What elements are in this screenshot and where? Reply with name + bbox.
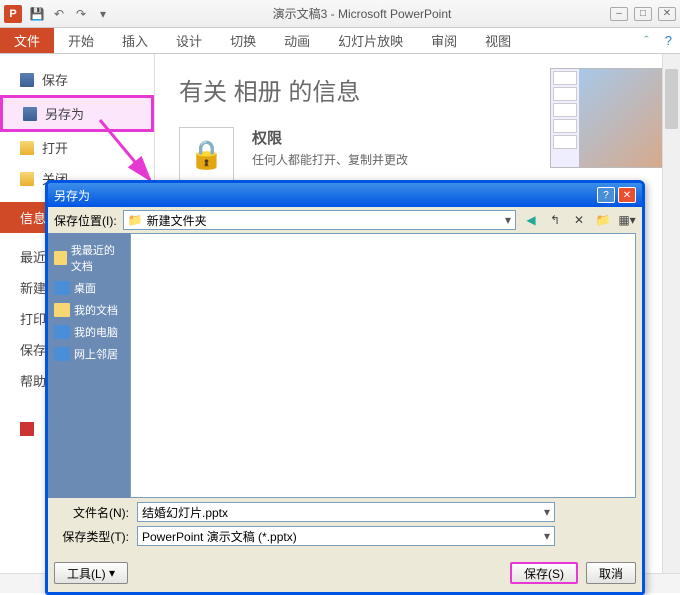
dialog-title: 另存为 [54, 187, 597, 204]
save-as-dialog: 另存为 ? ✕ 保存位置(I): 📁 新建文件夹 ▾ ◀ ↰ ✕ 📁 ▦▾ 我最… [45, 180, 645, 595]
tab-animations[interactable]: 动画 [270, 28, 324, 53]
place-desktop[interactable]: 桌面 [52, 277, 126, 299]
location-label: 保存位置(I): [54, 212, 117, 229]
new-folder-button[interactable]: 📁 [594, 211, 612, 229]
tools-button[interactable]: 工具(L) ▾ [54, 562, 128, 584]
delete-button[interactable]: ✕ [570, 211, 588, 229]
qat-save-icon[interactable]: 💾 [29, 6, 45, 22]
filename-value: 结婚幻灯片.pptx [142, 504, 228, 521]
place-label: 我的文档 [74, 302, 118, 318]
tab-slideshow[interactable]: 幻灯片放映 [324, 28, 417, 53]
file-list[interactable] [130, 233, 636, 498]
filename-input[interactable]: 结婚幻灯片.pptx ▾ [137, 502, 555, 522]
tab-file[interactable]: 文件 [0, 28, 54, 53]
tab-insert[interactable]: 插入 [108, 28, 162, 53]
qat-redo-icon[interactable]: ↷ [73, 6, 89, 22]
network-icon [54, 347, 70, 361]
tab-transitions[interactable]: 切换 [216, 28, 270, 53]
sidebar-label: 帮助 [20, 371, 46, 390]
exit-icon [20, 422, 34, 436]
up-button[interactable]: ↰ [546, 211, 564, 229]
tab-view[interactable]: 视图 [471, 28, 525, 53]
folder-icon [54, 251, 67, 265]
permissions-heading: 权限 [252, 127, 408, 148]
filetype-combo[interactable]: PowerPoint 演示文稿 (*.pptx) ▾ [137, 526, 555, 546]
tab-design[interactable]: 设计 [162, 28, 216, 53]
folder-icon: 📁 [128, 213, 143, 227]
chevron-down-icon: ▾ [544, 529, 550, 543]
close-button[interactable]: ✕ [658, 7, 676, 21]
qat-undo-icon[interactable]: ↶ [51, 6, 67, 22]
app-icon: P [4, 5, 22, 23]
location-combo[interactable]: 📁 新建文件夹 ▾ [123, 210, 516, 230]
dialog-close-button[interactable]: ✕ [618, 187, 636, 203]
maximize-button[interactable]: □ [634, 7, 652, 21]
place-mycomputer[interactable]: 我的电脑 [52, 321, 126, 343]
dialog-titlebar[interactable]: 另存为 ? ✕ [48, 183, 642, 207]
sidebar-label: 新建 [20, 278, 46, 297]
filename-label: 文件名(N): [54, 504, 129, 521]
dialog-help-button[interactable]: ? [597, 187, 615, 203]
filetype-label: 保存类型(T): [54, 528, 129, 545]
open-icon [20, 141, 34, 155]
places-bar: 我最近的文档 桌面 我的文档 我的电脑 网上邻居 [48, 233, 130, 498]
qat-customize-icon[interactable]: ▾ [95, 6, 111, 22]
sidebar-save[interactable]: 保存 [0, 64, 154, 95]
ribbon-tabs: 文件 开始 插入 设计 切换 动画 幻灯片放映 审阅 视图 ˆ ? [0, 28, 680, 54]
window-title: 演示文稿3 - Microsoft PowerPoint [114, 5, 610, 22]
views-button[interactable]: ▦▾ [618, 211, 636, 229]
sidebar-label: 打开 [42, 138, 68, 157]
place-network[interactable]: 网上邻居 [52, 343, 126, 365]
cancel-button[interactable]: 取消 [586, 562, 636, 584]
place-mydocs[interactable]: 我的文档 [52, 299, 126, 321]
place-label: 网上邻居 [74, 346, 118, 362]
computer-icon [54, 325, 70, 339]
sidebar-save-as[interactable]: 另存为 [0, 95, 154, 132]
tab-home[interactable]: 开始 [54, 28, 108, 53]
location-value: 新建文件夹 [147, 212, 207, 229]
tab-review[interactable]: 审阅 [417, 28, 471, 53]
save-icon [20, 73, 34, 87]
help-icon[interactable]: ? [657, 28, 680, 53]
presentation-thumbnail [550, 68, 670, 168]
chevron-down-icon: ▾ [544, 505, 550, 519]
vertical-scrollbar[interactable] [662, 54, 680, 573]
ribbon-minimize-icon[interactable]: ˆ [636, 28, 656, 53]
sidebar-label: 保存 [42, 70, 68, 89]
place-label: 我最近的文档 [71, 242, 124, 274]
chevron-down-icon: ▾ [505, 213, 511, 227]
filetype-value: PowerPoint 演示文稿 (*.pptx) [142, 528, 297, 545]
place-label: 我的电脑 [74, 324, 118, 340]
scroll-thumb[interactable] [665, 69, 678, 129]
sidebar-open[interactable]: 打开 [0, 132, 154, 163]
folder-icon [54, 303, 70, 317]
title-bar: P 💾 ↶ ↷ ▾ 演示文稿3 - Microsoft PowerPoint –… [0, 0, 680, 28]
sidebar-label: 打印 [20, 309, 46, 328]
permissions-icon[interactable]: 🔒 [179, 127, 234, 182]
desktop-icon [54, 281, 70, 295]
close-icon [20, 172, 34, 186]
place-label: 桌面 [74, 280, 96, 296]
place-recent[interactable]: 我最近的文档 [52, 239, 126, 277]
save-button[interactable]: 保存(S) [510, 562, 578, 584]
permissions-text: 任何人都能打开、复制并更改 [252, 151, 408, 168]
save-as-icon [23, 107, 37, 121]
sidebar-label: 另存为 [45, 104, 84, 123]
tools-label: 工具(L) [67, 565, 106, 582]
minimize-button[interactable]: – [610, 7, 628, 21]
back-button[interactable]: ◀ [522, 211, 540, 229]
sidebar-label: 信息 [20, 208, 46, 227]
